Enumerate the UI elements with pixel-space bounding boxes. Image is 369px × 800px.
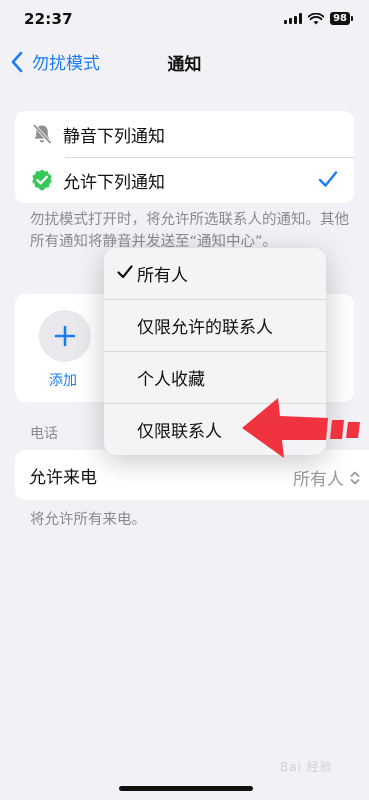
home-indicator [119,786,253,791]
phone-note: 将允许所有来电。 [30,512,146,528]
chevron-up-down-icon [350,471,360,484]
allow-calls-value: 所有人 [293,470,344,490]
notification-options-card: 静音下列通知 允许下列通知 [15,111,354,203]
phone-section-header: 电话 [30,426,58,442]
plus-icon [54,325,76,347]
option-silence-label: 静音下列通知 [63,126,165,147]
bell-slash-icon [29,121,55,147]
add-person-button[interactable] [39,310,91,362]
wifi-icon [308,12,325,24]
options-note: 勿扰模式打开时，将允许所选联系人的通知。其他所有通知将静音并发送至“通知中心”。 [30,212,349,250]
battery-icon: 98 [330,12,350,25]
status-time: 22:37 [24,10,73,28]
battery-tip [351,16,353,21]
checkmark-icon [318,171,338,187]
page-title: 通知 [167,55,202,75]
menu-item-allowed-contacts[interactable]: 仅限允许的联系人 [104,299,326,351]
allow-calls-label: 允许来电 [29,467,97,488]
cellular-signal-icon [284,13,303,24]
option-allow[interactable]: 允许下列通知 [15,157,354,203]
menu-item-everyone[interactable]: 所有人 [104,248,326,299]
menu-item-label: 个人收藏 [137,370,205,390]
red-arrow-annotation [242,398,360,458]
menu-checkmark-icon [117,265,133,279]
option-silence[interactable]: 静音下列通知 [15,111,354,157]
menu-item-label: 仅限联系人 [137,422,222,442]
option-allow-label: 允许下列通知 [63,172,165,193]
status-icons: 98 [284,12,353,25]
add-person-label: 添加 [49,373,77,389]
watermark: Bai 经验 [280,760,333,774]
menu-item-label: 仅限允许的联系人 [137,318,273,338]
menu-item-label: 所有人 [137,266,188,286]
verified-badge-icon [29,167,55,193]
allow-calls-select[interactable]: 所有人 [293,465,360,490]
